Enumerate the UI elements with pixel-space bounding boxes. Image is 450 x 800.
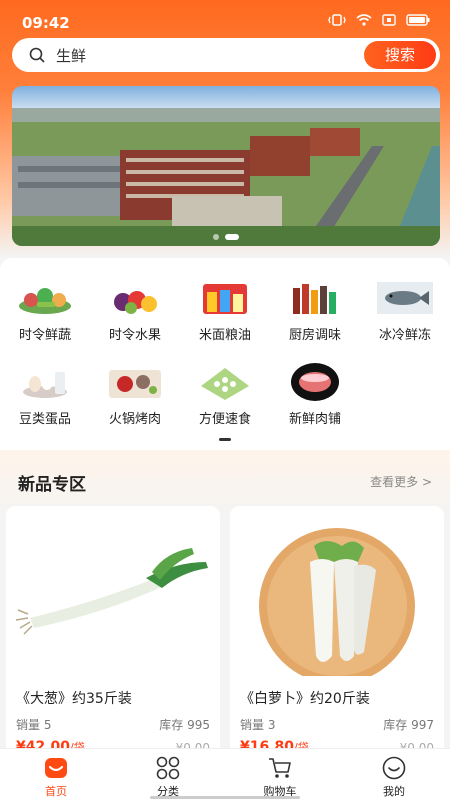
product-name: 《白萝卜》约20斤装	[240, 691, 370, 707]
category-item-frozen[interactable]: 冰冷鲜冻	[360, 278, 450, 348]
search-bar[interactable]: 生鲜 搜索	[12, 38, 440, 72]
tab-home[interactable]: 首页	[16, 755, 96, 799]
category-label: 豆类蛋品	[18, 412, 71, 427]
product-stock: 库存 995	[159, 718, 210, 732]
tab-cart[interactable]: 购物车	[240, 755, 320, 799]
grain-oil-icon	[203, 284, 247, 314]
category-label: 方便速食	[198, 412, 251, 427]
category-item-dumplings[interactable]: 方便速食	[180, 362, 270, 432]
product-image-scallion	[6, 506, 220, 676]
hotpot-icon	[109, 370, 161, 398]
search-button[interactable]: 搜索	[364, 41, 436, 69]
wifi-icon	[356, 14, 372, 26]
category-label: 火锅烤肉	[108, 412, 161, 427]
category-label: 时令水果	[108, 328, 161, 343]
vibrate-icon	[328, 14, 346, 26]
tab-category[interactable]: 分类	[128, 755, 208, 799]
tab-label: 我的	[383, 785, 405, 798]
category-item-hotpot[interactable]: 火锅烤肉	[90, 362, 180, 432]
cart-icon	[269, 758, 291, 778]
category-item-fruits[interactable]: 时令水果	[90, 278, 180, 348]
category-icon	[156, 756, 180, 780]
frozen-fish-icon	[377, 282, 433, 314]
product-sales: 销量 5	[16, 718, 52, 732]
product-sales: 销量 3	[240, 718, 276, 732]
category-label: 新鲜肉铺	[288, 412, 341, 427]
category-label: 冰冷鲜冻	[378, 328, 431, 343]
dumplings-icon	[201, 368, 249, 400]
category-grid: 时令鲜蔬 时令水果 米面粮油 厨房调味 冰冷鲜冻 豆类蛋品 火锅烤肉 方便速食 …	[0, 258, 450, 450]
home-indicator	[150, 796, 300, 799]
category-page-indicator	[219, 438, 231, 441]
battery-icon	[406, 14, 430, 26]
product-card[interactable]: 《白萝卜》约20斤装 销量 3 库存 997 ¥16.80/袋 ¥0.00	[230, 506, 444, 766]
tab-label: 首页	[45, 785, 67, 798]
seasoning-icon	[293, 284, 336, 314]
product-image-radish	[230, 506, 444, 676]
product-name: 《大葱》约35斤装	[16, 691, 132, 707]
product-stock: 库存 997	[383, 718, 434, 732]
status-time: 09:42	[22, 14, 70, 32]
meat-icon	[291, 363, 339, 401]
status-bar: 09:42	[0, 0, 450, 40]
banner-pagination	[12, 234, 440, 240]
vegetables-icon	[19, 288, 71, 314]
home-icon	[45, 758, 67, 778]
bottom-tab-bar: 首页 分类 购物车 我的	[0, 748, 450, 800]
tab-profile[interactable]: 我的	[354, 755, 434, 799]
sim-icon	[382, 14, 396, 26]
category-item-meat[interactable]: 新鲜肉铺	[270, 362, 360, 432]
banner-dot[interactable]	[213, 234, 219, 240]
eggs-icon	[23, 372, 67, 398]
profile-icon	[382, 756, 406, 780]
category-label: 时令鲜蔬	[18, 328, 71, 343]
view-more-link[interactable]: 查看更多 >	[370, 473, 432, 490]
section-title: 新品专区	[18, 475, 86, 495]
fruits-icon	[114, 291, 157, 314]
banner-dot-active[interactable]	[225, 234, 239, 240]
category-item-seasoning[interactable]: 厨房调味	[270, 278, 360, 348]
promo-banner[interactable]	[12, 86, 440, 246]
category-label: 米面粮油	[198, 328, 251, 343]
category-item-grain-oil[interactable]: 米面粮油	[180, 278, 270, 348]
category-label: 厨房调味	[288, 328, 341, 343]
product-card[interactable]: 《大葱》约35斤装 销量 5 库存 995 ¥42.00/袋 ¥0.00	[6, 506, 220, 766]
category-item-vegetables[interactable]: 时令鲜蔬	[0, 278, 90, 348]
banner-image	[12, 86, 440, 246]
search-icon	[29, 47, 45, 63]
category-item-eggs[interactable]: 豆类蛋品	[0, 362, 90, 432]
